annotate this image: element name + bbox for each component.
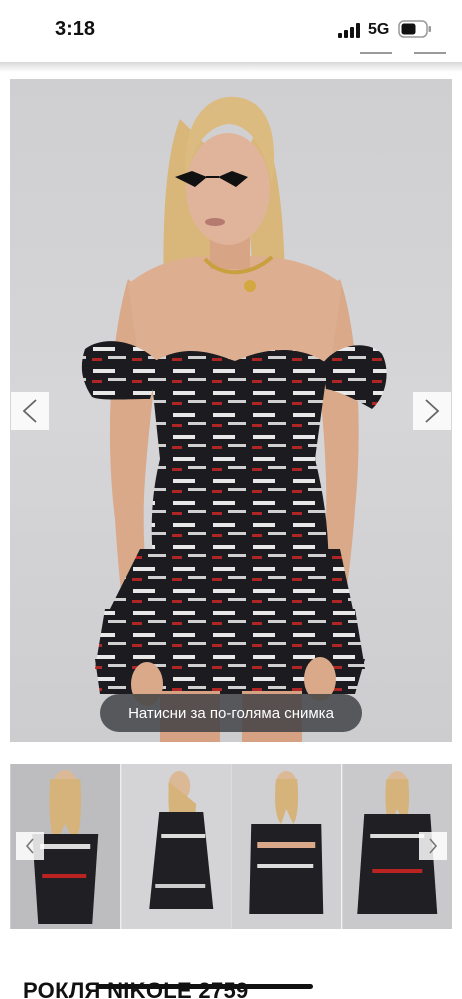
tab-indicator-line [360,52,392,54]
signal-bars-icon [338,23,360,38]
status-bar: 3:18 5G [0,0,462,62]
chevron-left-icon [22,399,37,423]
chevron-right-icon [425,399,440,423]
battery-icon [398,20,431,38]
thumbnail-strip [10,764,452,929]
main-product-image[interactable] [10,79,452,742]
gallery-next-button[interactable] [413,392,451,430]
thumbnail-3[interactable] [231,764,342,929]
thumbnail-image [231,764,342,929]
thumbnail-2[interactable] [120,764,232,929]
header-shadow [0,62,462,72]
zoom-hint-pill[interactable]: Натисни за по-голяма снимка [100,694,362,732]
thumbnail-next-button[interactable] [419,832,447,860]
thumbnail-image [120,764,231,929]
chevron-left-icon [25,838,34,854]
chevron-right-icon [429,838,438,854]
network-label: 5G [368,21,390,38]
product-photo [81,96,387,742]
thumbnail-prev-button[interactable] [16,832,44,860]
tab-indicator-line [414,52,446,54]
home-indicator [97,984,313,989]
status-time: 3:18 [55,18,96,40]
gallery-prev-button[interactable] [11,392,49,430]
